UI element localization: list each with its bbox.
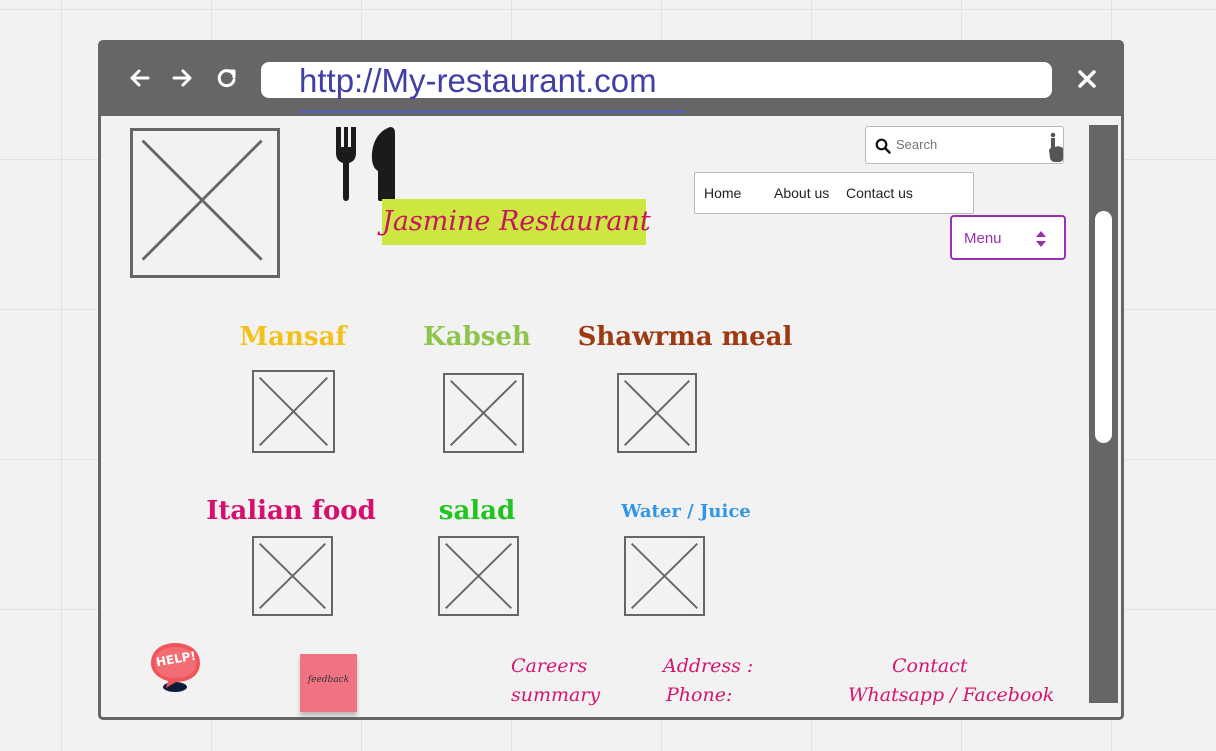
url-text: http://My-restaurant.com [299, 62, 657, 99]
dish-title-shawrma: Shawrma meal [577, 322, 793, 352]
scrollbar-thumb[interactable] [1095, 211, 1112, 443]
dish-title-water-juice: Water / Juice [621, 501, 751, 522]
phone-label: Phone: [666, 684, 733, 706]
help-icon[interactable]: HELP! [148, 641, 204, 697]
dish-title-salad: salad [438, 496, 516, 526]
dish-image-kabseh[interactable] [443, 373, 524, 453]
reload-icon[interactable] [212, 63, 242, 93]
feedback-label: feedback [307, 675, 350, 685]
restaurant-name-banner: Jasmine Restaurant [382, 199, 651, 245]
sort-arrows-icon [1036, 231, 1046, 247]
dish-title-italian: Italian food [206, 496, 376, 526]
back-arrow-icon[interactable] [124, 63, 154, 93]
forward-arrow-icon[interactable] [168, 63, 198, 93]
dish-image-salad[interactable] [438, 536, 519, 616]
logo-image-placeholder [130, 128, 280, 278]
dish-title-mansaf: Mansaf [239, 322, 347, 352]
contact-label: Contact [892, 655, 968, 677]
menu-dropdown-value: Menu [964, 230, 1002, 247]
nav-item-contact[interactable]: Contact us [846, 185, 913, 201]
address-bar[interactable]: http://My-restaurant.com [261, 62, 1052, 113]
feedback-sticky-note[interactable]: feedback [300, 654, 357, 712]
hand-pointer-icon [1049, 132, 1063, 162]
dish-image-water-juice[interactable] [624, 536, 705, 616]
dish-title-kabseh: Kabseh [423, 322, 531, 352]
url-underline [299, 110, 685, 113]
nav-menu: Home About us Contact us [694, 172, 974, 214]
fork-knife-icon [334, 127, 398, 201]
menu-dropdown[interactable]: Menu [950, 215, 1066, 260]
search-input[interactable] [896, 133, 1046, 155]
address-label: Address : [663, 655, 754, 677]
dish-image-shawrma[interactable] [617, 373, 697, 453]
careers-link[interactable]: Careers [511, 655, 587, 677]
browser-toolbar: http://My-restaurant.com [101, 43, 1121, 116]
search-icon [875, 138, 891, 154]
close-icon[interactable] [1073, 65, 1101, 93]
search-box[interactable] [865, 126, 1064, 164]
dish-image-italian[interactable] [252, 536, 333, 616]
restaurant-name: Jasmine Restaurant [382, 206, 651, 237]
nav-item-home[interactable]: Home [704, 185, 741, 201]
social-links[interactable]: Whatsapp / Facebook [848, 684, 1054, 706]
dish-image-mansaf[interactable] [252, 370, 335, 453]
summary-link[interactable]: summary [511, 684, 600, 706]
nav-item-about[interactable]: About us [774, 185, 829, 201]
